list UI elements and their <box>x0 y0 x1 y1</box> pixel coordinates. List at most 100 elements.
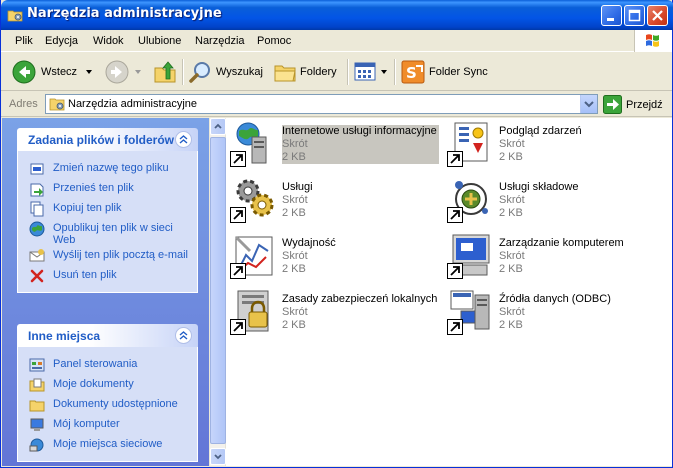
toolbar: Wstecz Wyszukaj Foldery S Folder Sync <box>1 53 672 91</box>
shortcut-arrow-icon <box>447 151 463 167</box>
file-type: Skrót <box>282 306 308 318</box>
file-tasks-header[interactable]: Zadania plików i folderów <box>17 128 198 151</box>
toolbar-separator <box>394 59 395 85</box>
place-label: Panel sterowania <box>53 358 138 370</box>
file-name: Usługi składowe <box>499 181 579 193</box>
menu-tools[interactable]: Narzędzia <box>195 35 245 47</box>
rename-icon <box>30 163 44 175</box>
windows-flag-icon <box>646 34 659 47</box>
go-button[interactable]: Przejdź <box>603 95 663 114</box>
shortcut-arrow-icon <box>447 319 463 335</box>
toolbar-separator <box>347 59 348 85</box>
up-folder-icon <box>154 61 176 83</box>
file-size: 2 KB <box>499 263 523 275</box>
file-text: Wydajność Skrót 2 KB <box>282 237 336 276</box>
place-network-places[interactable]: Moje miejsca sieciowe <box>18 435 197 455</box>
file-text: Usługi Skrót 2 KB <box>282 181 313 220</box>
address-dropdown-button[interactable] <box>580 95 597 113</box>
file-type: Skrót <box>282 194 308 206</box>
file-name: Internetowe usługi informacyjne <box>282 125 437 137</box>
back-button[interactable]: Wstecz <box>11 59 95 85</box>
scroll-down-button[interactable] <box>210 448 226 465</box>
menu-help[interactable]: Pomoc <box>257 35 291 47</box>
place-control-panel[interactable]: Panel sterowania <box>18 355 197 375</box>
scroll-thumb[interactable] <box>210 137 226 444</box>
file-item[interactable]: Internetowe usługi informacyjne Skrót 2 … <box>230 119 440 171</box>
file-size: 2 KB <box>499 319 523 331</box>
shortcut-arrow-icon <box>447 207 463 223</box>
place-shared-documents[interactable]: Dokumenty udostępnione <box>18 395 197 415</box>
menu-edit[interactable]: Edycja <box>45 35 78 47</box>
file-type: Skrót <box>282 138 308 150</box>
file-size: 2 KB <box>282 207 306 219</box>
maximize-icon <box>628 9 641 22</box>
menu-view[interactable]: Widok <box>93 35 124 47</box>
task-label: Wyślij ten plik pocztą e-mail <box>53 249 188 261</box>
forward-dropdown-icon[interactable] <box>132 67 144 77</box>
address-value: Narzędzia administracyjne <box>68 98 197 110</box>
other-places-header[interactable]: Inne miejsca <box>17 324 198 347</box>
task-label: Przenieś ten plik <box>53 182 134 194</box>
copy-icon <box>30 201 44 217</box>
collapse-button[interactable] <box>175 327 192 344</box>
shortcut-arrow-icon <box>230 207 246 223</box>
scroll-up-button[interactable] <box>210 118 226 135</box>
delete-icon <box>30 269 44 283</box>
vertical-scrollbar[interactable] <box>210 118 226 466</box>
task-rename[interactable]: Zmień nazwę tego pliku <box>18 159 197 179</box>
email-icon <box>29 249 45 262</box>
search-button[interactable]: Wyszukaj <box>189 59 263 85</box>
views-icon <box>354 62 376 81</box>
task-delete[interactable]: Usuń ten plik <box>18 266 197 286</box>
file-item[interactable]: Usługi Skrót 2 KB <box>230 175 440 227</box>
back-dropdown-icon[interactable] <box>83 67 95 77</box>
up-folder-button[interactable] <box>153 59 177 85</box>
file-type: Skrót <box>499 138 525 150</box>
forward-button[interactable] <box>104 59 144 85</box>
menu-file[interactable]: Plik <box>15 35 33 47</box>
folders-button[interactable]: Foldery <box>273 59 337 85</box>
file-name: Podgląd zdarzeń <box>499 125 582 137</box>
go-label: Przejdź <box>626 98 663 111</box>
file-item[interactable]: Zarządzanie komputerem Skrót 2 KB <box>447 231 657 283</box>
file-type: Skrót <box>282 250 308 262</box>
file-tasks-panel: Zadania plików i folderów Zmień nazwę te… <box>17 128 198 293</box>
file-item[interactable]: Źródła danych (ODBC) Skrót 2 KB <box>447 287 657 339</box>
file-item[interactable]: Podgląd zdarzeń Skrót 2 KB <box>447 119 657 171</box>
file-item[interactable]: Wydajność Skrót 2 KB <box>230 231 440 283</box>
collapse-button[interactable] <box>175 131 192 148</box>
scroll-up-icon <box>214 123 222 129</box>
maximize-button[interactable] <box>624 5 645 26</box>
views-dropdown-icon[interactable] <box>380 67 388 77</box>
address-input[interactable]: Narzędzia administracyjne <box>45 94 598 114</box>
task-publish[interactable]: Opublikuj ten plik w sieci Web <box>18 219 197 246</box>
file-text: Zarządzanie komputerem Skrót 2 KB <box>499 237 624 276</box>
task-email[interactable]: Wyślij ten plik pocztą e-mail <box>18 246 197 266</box>
menu-favorites[interactable]: Ulubione <box>138 35 181 47</box>
file-type: Skrót <box>499 250 525 262</box>
close-button[interactable] <box>647 5 668 26</box>
place-label: Moje miejsca sieciowe <box>53 438 163 450</box>
minimize-button[interactable] <box>601 5 622 26</box>
file-name: Usługi <box>282 181 313 193</box>
file-text: Internetowe usługi informacyjne Skrót 2 … <box>282 125 439 164</box>
close-icon <box>652 10 663 21</box>
title-bar[interactable]: Narzędzia administracyjne <box>1 0 673 30</box>
address-label: Adres <box>9 98 38 110</box>
folder-sync-label: Folder Sync <box>429 66 488 78</box>
file-item[interactable]: Zasady zabezpieczeń lokalnych Skrót 2 KB <box>230 287 440 339</box>
folder-sync-icon: S <box>401 60 425 84</box>
chevron-down-icon <box>584 101 594 108</box>
task-label: Kopiuj ten plik <box>53 202 122 214</box>
task-copy[interactable]: Kopiuj ten plik <box>18 199 197 219</box>
file-type: Skrót <box>499 194 525 206</box>
file-size: 2 KB <box>499 207 523 219</box>
file-item[interactable]: Usługi składowe Skrót 2 KB <box>447 175 657 227</box>
views-button[interactable] <box>354 59 388 85</box>
shortcut-arrow-icon <box>447 263 463 279</box>
task-move[interactable]: Przenieś ten plik <box>18 179 197 199</box>
place-my-documents[interactable]: Moje dokumenty <box>18 375 197 395</box>
file-text: Źródła danych (ODBC) Skrót 2 KB <box>499 293 611 332</box>
folder-sync-button[interactable]: S Folder Sync <box>401 59 488 85</box>
place-my-computer[interactable]: Mój komputer <box>18 415 197 435</box>
